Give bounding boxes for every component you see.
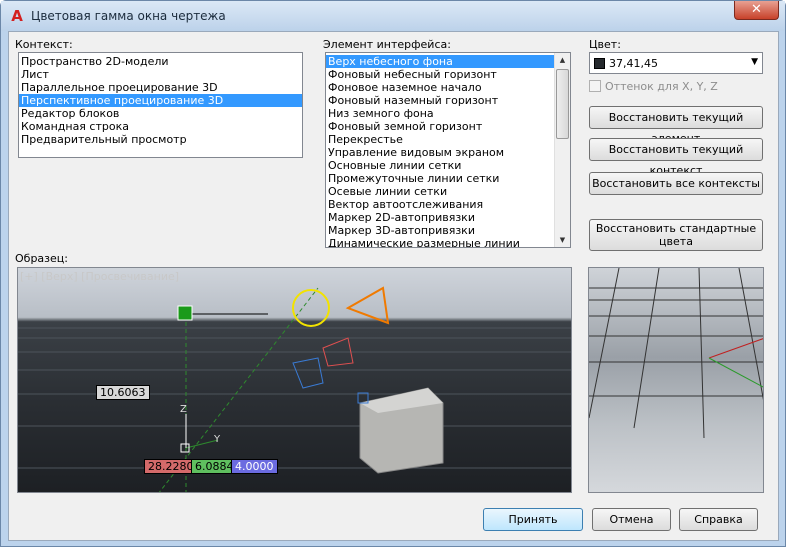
preview-label: Образец: bbox=[15, 252, 68, 265]
light-sphere-icon bbox=[292, 289, 330, 327]
preview-viewport: [+] [Верх] [Просвечивание] 10.6063 Z Y 2… bbox=[17, 267, 572, 493]
scroll-thumb[interactable] bbox=[556, 69, 569, 139]
list-item[interactable]: Лист bbox=[19, 68, 302, 81]
list-item[interactable]: Командная строка bbox=[19, 120, 302, 133]
grip-icon[interactable] bbox=[177, 305, 193, 321]
help-button[interactable]: Справка bbox=[679, 508, 758, 531]
grid-perspective bbox=[589, 268, 763, 439]
restore-current-context-button[interactable]: Восстановить текущий контекст bbox=[589, 138, 763, 177]
spotlight-icon bbox=[345, 286, 390, 325]
list-item[interactable]: Маркер 2D-автопривязки bbox=[326, 211, 555, 224]
title-bar[interactable]: A Цветовая гамма окна чертежа ✕ bbox=[1, 1, 785, 31]
camera-frustum-icon bbox=[292, 357, 324, 389]
list-item[interactable]: Фоновый наземный горизонт bbox=[326, 94, 555, 107]
restore-default-line2: цвета bbox=[659, 235, 693, 248]
restore-default-line1: Восстановить стандартные bbox=[595, 222, 757, 235]
scroll-up-arrow-icon[interactable]: ▲ bbox=[555, 53, 570, 67]
color-value: 37,41,45 bbox=[609, 57, 658, 70]
interface-element-list[interactable]: Верх небесного фона Фоновый небесный гори… bbox=[325, 52, 571, 248]
list-item[interactable]: Пространство 2D-модели bbox=[19, 55, 302, 68]
ok-button[interactable]: Принять bbox=[483, 508, 583, 531]
color-label: Цвет: bbox=[589, 38, 621, 51]
grid-x-axis bbox=[708, 338, 763, 359]
list-item[interactable]: Фоновое наземное начало bbox=[326, 81, 555, 94]
list-item[interactable]: Фоновый небесный горизонт bbox=[326, 68, 555, 81]
scroll-down-arrow-icon[interactable]: ▼ bbox=[555, 233, 570, 247]
list-item[interactable]: Основные линии сетки bbox=[326, 159, 555, 172]
restore-current-element-button[interactable]: Восстановить текущий элемент bbox=[589, 106, 763, 145]
viewport-controls-label[interactable]: [+] [Верх] [Просвечивание] bbox=[20, 270, 179, 283]
list-item[interactable]: Промежуточные линии сетки bbox=[326, 172, 555, 185]
list-item[interactable]: Перспективное проецирование 3D bbox=[19, 94, 302, 107]
window-title: Цветовая гамма окна чертежа bbox=[31, 9, 226, 23]
dialog-client: Контекст: Пространство 2D-модели Лист Пара… bbox=[8, 31, 779, 541]
autocad-logo-icon: A bbox=[11, 7, 23, 25]
list-item[interactable]: Осевые линии сетки bbox=[326, 185, 555, 198]
dropdown-arrow-icon[interactable]: ▼ bbox=[751, 57, 758, 67]
preview-grid-viewport bbox=[588, 267, 764, 493]
axis-z-label: Z bbox=[180, 404, 187, 415]
list-item[interactable]: Маркер 3D-автопривязки bbox=[326, 224, 555, 237]
cancel-button[interactable]: Отмена bbox=[592, 508, 671, 531]
close-button[interactable]: ✕ bbox=[734, 1, 779, 20]
color-dropdown[interactable]: 37,41,45 ▼ bbox=[589, 52, 763, 74]
list-item[interactable]: Вектор автоотслеживания bbox=[326, 198, 555, 211]
tint-xyz-checkbox[interactable] bbox=[589, 80, 601, 92]
list-item[interactable]: Фоновый земной горизонт bbox=[326, 120, 555, 133]
color-swatch bbox=[594, 58, 605, 69]
axis-y-label: Y bbox=[214, 434, 221, 445]
list-item[interactable]: Перекрестье bbox=[326, 133, 555, 146]
interface-list-scrollbar[interactable]: ▲ ▼ bbox=[554, 53, 570, 247]
list-item[interactable]: Параллельное проецирование 3D bbox=[19, 81, 302, 94]
list-item[interactable]: Верх небесного фона bbox=[326, 55, 555, 68]
list-item[interactable]: Редактор блоков bbox=[19, 107, 302, 120]
list-item[interactable]: Динамические размерные линии bbox=[326, 237, 555, 247]
context-list[interactable]: Пространство 2D-модели Лист Параллельное п… bbox=[18, 52, 303, 158]
restore-default-colors-button[interactable]: Восстановить стандартные цвета bbox=[589, 219, 763, 251]
list-item[interactable]: Управление видовым экраном bbox=[326, 146, 555, 159]
restore-all-contexts-button[interactable]: Восстановить все контексты bbox=[589, 172, 763, 195]
dimension-readout: 10.6063 bbox=[96, 385, 150, 400]
list-item[interactable]: Предварительный просмотр bbox=[19, 133, 302, 146]
interface-element-label: Элемент интерфейса: bbox=[323, 38, 451, 51]
context-label: Контекст: bbox=[15, 38, 73, 51]
coord-z-field[interactable]: 4.0000 bbox=[231, 459, 278, 474]
tint-xyz-label: Оттенок для X, Y, Z bbox=[605, 80, 718, 93]
coord-x-field[interactable]: 28.2280 bbox=[144, 459, 198, 474]
list-item[interactable]: Низ земного фона bbox=[326, 107, 555, 120]
preview-scene bbox=[18, 286, 571, 492]
dialog-window: A Цветовая гамма окна чертежа ✕ Контекст… bbox=[0, 0, 786, 547]
